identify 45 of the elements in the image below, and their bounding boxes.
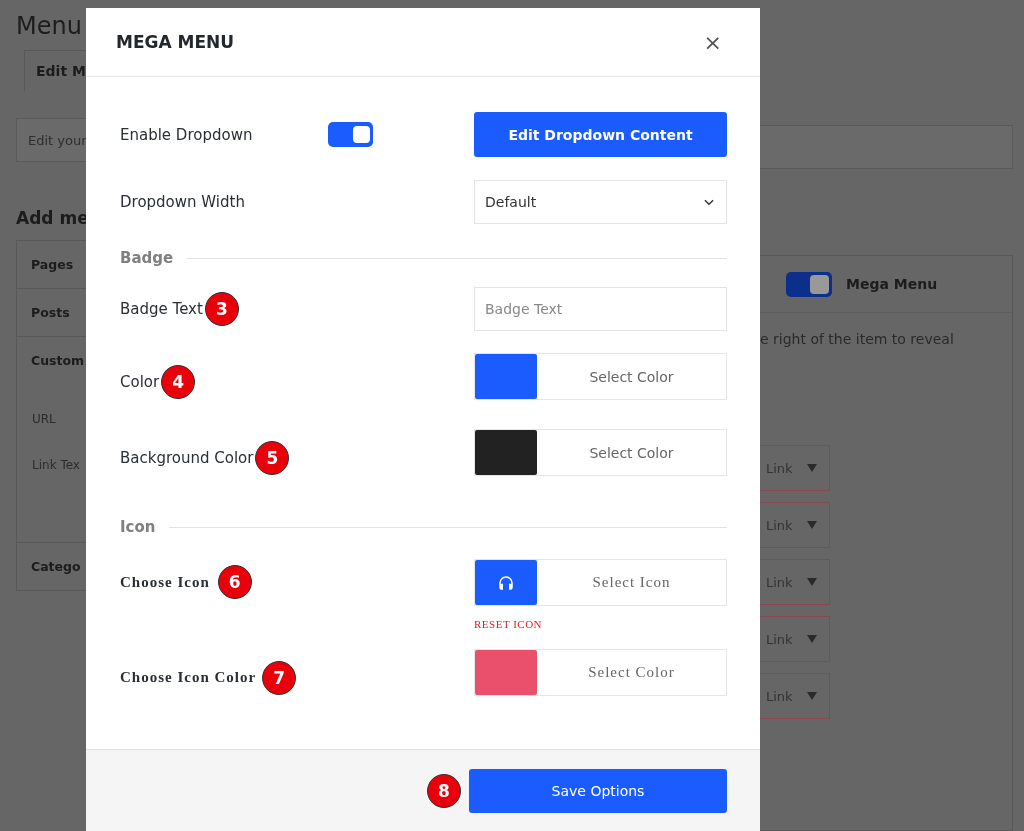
step-marker: 3 — [204, 292, 239, 326]
field-label: Choose Icon Color — [120, 669, 257, 686]
select-value: Default — [485, 194, 537, 210]
step-marker: 6 — [217, 565, 252, 599]
accordion-header[interactable]: Posts — [17, 289, 86, 336]
close-button[interactable]: × — [699, 29, 726, 55]
toggle-switch[interactable] — [328, 122, 373, 147]
icon-picker[interactable]: Select Icon — [474, 559, 727, 606]
color-picker[interactable]: Select Color — [474, 353, 727, 400]
caret-down-icon — [806, 635, 817, 643]
badge-text-field[interactable]: Badge Text — [474, 287, 727, 331]
step-marker: 7 — [262, 660, 297, 695]
step-marker: 4 — [161, 364, 196, 399]
headphones-icon — [497, 573, 515, 592]
modal-title: MEGA MENU — [116, 32, 235, 52]
width-select[interactable]: Default — [474, 180, 727, 224]
reset-icon-link[interactable]: RESET ICON — [474, 618, 543, 630]
notice-bar: Edit your — [16, 118, 86, 162]
field-label: URL — [32, 412, 57, 426]
field-label: Enable Dropdown — [120, 125, 253, 144]
step-marker: 5 — [255, 440, 290, 475]
field-label: Dropdown Width — [120, 193, 245, 211]
edit-content-button[interactable]: Edit Dropdown Content — [474, 112, 727, 157]
field-label: Choose Icon — [120, 573, 210, 591]
caret-down-icon — [806, 692, 817, 700]
section-heading: Badge — [120, 249, 174, 267]
hint-text: e right of the item to reveal — [760, 331, 955, 347]
field-label: Badge Text — [120, 300, 203, 318]
accordion-header[interactable]: Pages — [17, 241, 86, 288]
accordion-header[interactable]: Catego — [17, 543, 86, 590]
accordion-header[interactable]: Custom — [17, 337, 86, 384]
save-button[interactable]: Save Options — [469, 768, 727, 813]
toggle-label: Mega Menu — [846, 276, 938, 292]
field-label: Color — [120, 372, 160, 391]
field-label: Background Color — [120, 448, 254, 467]
page-title: Menu — [16, 12, 83, 40]
color-picker[interactable]: Select Color — [474, 429, 727, 476]
caret-down-icon — [806, 464, 817, 472]
field-label: Link Tex — [32, 458, 81, 472]
toggle-switch[interactable] — [786, 271, 832, 297]
caret-down-icon — [806, 521, 817, 529]
section-heading: Icon — [120, 518, 156, 536]
caret-down-icon — [806, 578, 817, 586]
color-picker[interactable]: Select Color — [474, 649, 727, 696]
step-marker: 8 — [427, 773, 461, 808]
